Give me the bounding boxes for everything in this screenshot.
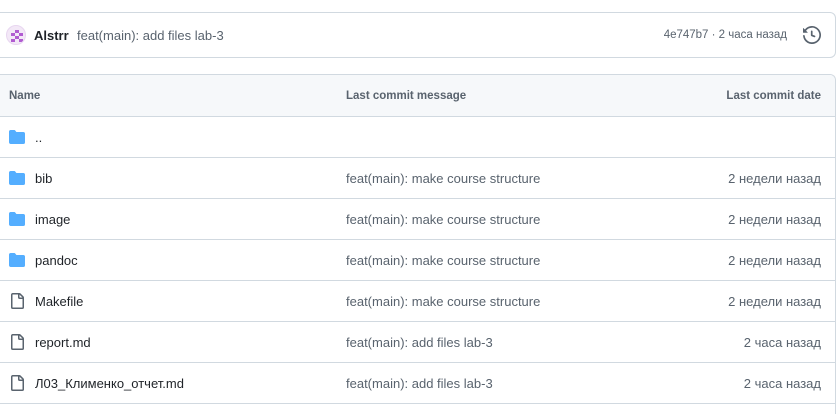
- table-row[interactable]: report.md feat(main): add files lab-3 2 ча…: [0, 322, 835, 363]
- table-row[interactable]: image feat(main): make course structure 2 …: [0, 199, 835, 240]
- commit-message-link[interactable]: feat(main): make course structure: [346, 253, 540, 268]
- history-icon[interactable]: [803, 25, 822, 45]
- table-header: Name Last commit message Last commit dat…: [0, 75, 835, 117]
- table-row[interactable]: ..: [0, 117, 835, 158]
- commit-message-link[interactable]: feat(main): make course structure: [346, 294, 540, 309]
- commit-hash-time[interactable]: 4e747b7 · 2 часа назад: [664, 29, 787, 41]
- commit-date: 2 недели назад: [728, 171, 821, 186]
- file-name-link[interactable]: ..: [35, 130, 42, 145]
- file-name-link[interactable]: report.md: [35, 335, 91, 350]
- file-name-link[interactable]: Л03_Клименко_отчет.md: [35, 376, 184, 391]
- folder-icon: [9, 211, 25, 227]
- commit-date: 2 часа назад: [743, 376, 821, 391]
- commit-message-link[interactable]: feat(main): make course structure: [346, 212, 540, 227]
- folder-icon: [9, 129, 25, 145]
- file-icon: [9, 375, 25, 391]
- commit-message-link[interactable]: feat(main): make course structure: [346, 171, 540, 186]
- header-name: Name: [9, 90, 41, 102]
- folder-icon: [9, 252, 25, 268]
- commit-date: 2 часа назад: [743, 335, 821, 350]
- commit-message-link[interactable]: feat(main): add files lab-3: [346, 376, 493, 391]
- commit-date: 2 недели назад: [728, 294, 821, 309]
- header-last-commit-date: Last commit date: [726, 90, 821, 102]
- avatar[interactable]: [6, 25, 26, 45]
- file-name-link[interactable]: Makefile: [35, 294, 83, 309]
- commit-message-link[interactable]: feat(main): add files lab-3: [346, 335, 493, 350]
- commit-date: 2 недели назад: [728, 212, 821, 227]
- file-icon: [9, 293, 25, 309]
- header-last-commit-message: Last commit message: [346, 90, 467, 102]
- commit-message[interactable]: feat(main): add files lab-3: [77, 28, 224, 43]
- commit-author[interactable]: Alstrr: [34, 28, 69, 43]
- table-row[interactable]: pandoc feat(main): make course structure 2…: [0, 240, 835, 281]
- file-name-link[interactable]: image: [35, 212, 70, 227]
- file-icon: [9, 334, 25, 350]
- commit-date: 2 недели назад: [728, 253, 821, 268]
- file-name-link[interactable]: pandoc: [35, 253, 78, 268]
- file-table: Name Last commit message Last commit dat…: [0, 74, 836, 414]
- table-row[interactable]: Л03_Клименко_отчет.md feat(main): add fil…: [0, 363, 835, 404]
- latest-commit-bar: Alstrr feat(main): add files lab-3 4e747…: [0, 12, 836, 58]
- folder-icon: [9, 170, 25, 186]
- file-name-link[interactable]: bib: [35, 171, 52, 186]
- table-row[interactable]: Makefile feat(main): make course structur…: [0, 281, 835, 322]
- table-row[interactable]: bib feat(main): make course structure 2 не…: [0, 158, 835, 199]
